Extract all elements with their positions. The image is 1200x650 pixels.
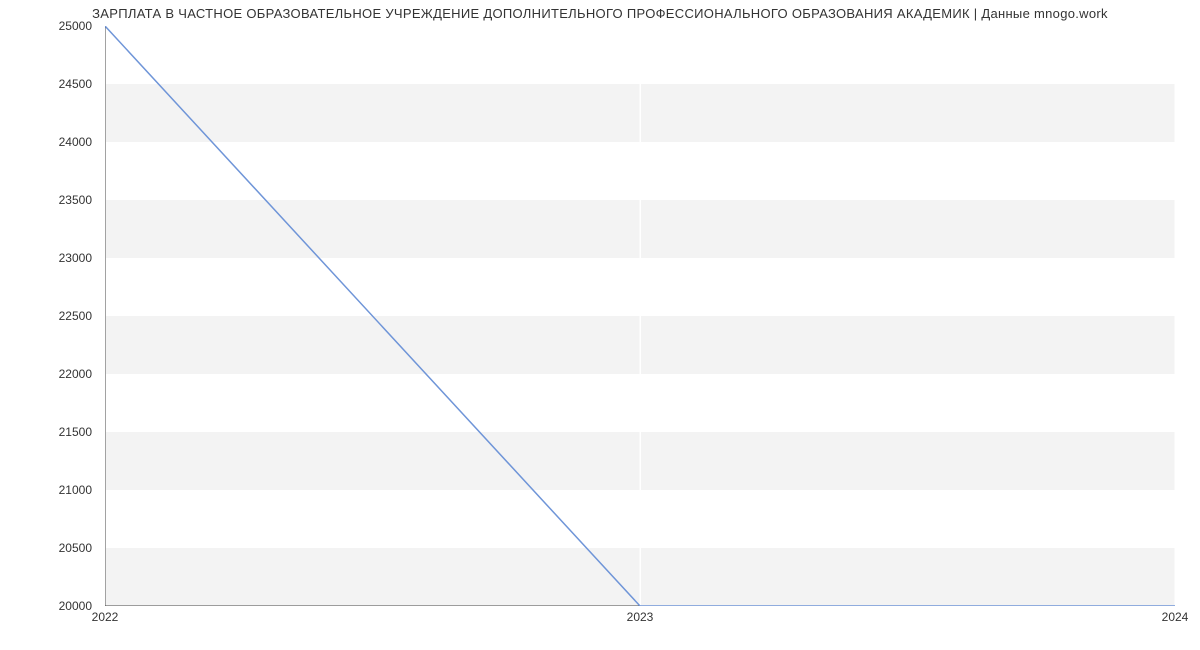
- y-tick-label: 20500: [59, 541, 92, 555]
- y-tick-label: 23000: [59, 251, 92, 265]
- y-tick-label: 22500: [59, 309, 92, 323]
- y-tick-label: 25000: [59, 19, 92, 33]
- y-tick-label: 24500: [59, 77, 92, 91]
- y-axis-ticks: 2000020500210002150022000225002300023500…: [0, 26, 100, 606]
- y-tick-label: 21000: [59, 483, 92, 497]
- x-tick-label: 2023: [627, 610, 654, 624]
- x-tick-label: 2024: [1162, 610, 1189, 624]
- x-tick-label: 2022: [92, 610, 119, 624]
- y-tick-label: 20000: [59, 599, 92, 613]
- salary-line-chart: ЗАРПЛАТА В ЧАСТНОЕ ОБРАЗОВАТЕЛЬНОЕ УЧРЕЖ…: [0, 0, 1200, 650]
- x-axis-ticks: 202220232024: [105, 610, 1175, 640]
- plot-area: [105, 26, 1175, 606]
- y-tick-label: 23500: [59, 193, 92, 207]
- y-tick-label: 21500: [59, 425, 92, 439]
- y-tick-label: 24000: [59, 135, 92, 149]
- chart-title: ЗАРПЛАТА В ЧАСТНОЕ ОБРАЗОВАТЕЛЬНОЕ УЧРЕЖ…: [0, 6, 1200, 21]
- y-tick-label: 22000: [59, 367, 92, 381]
